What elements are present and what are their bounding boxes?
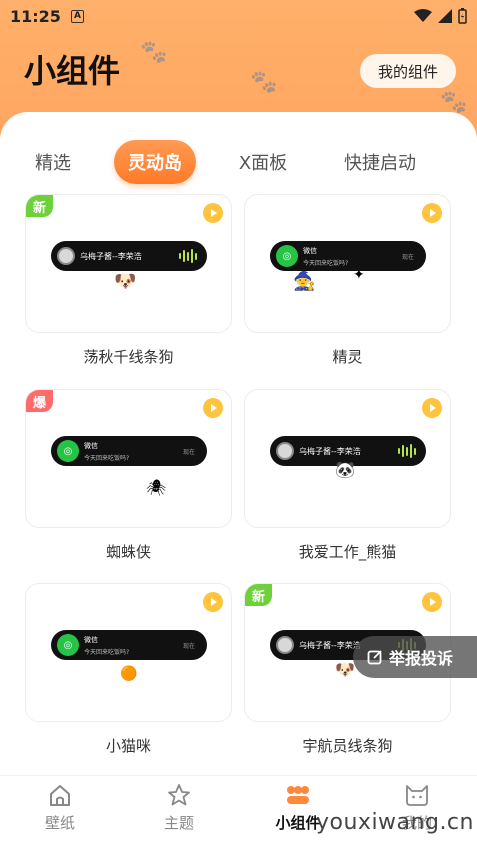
report-label: 举报投诉 — [389, 649, 454, 668]
status-bar: 11:25 A — [0, 0, 477, 32]
nav-label: 小组件 — [275, 814, 321, 832]
play-icon[interactable] — [422, 203, 442, 223]
play-icon[interactable] — [203, 203, 223, 223]
widgets-icon — [287, 786, 309, 804]
report-button[interactable]: 举报投诉 — [353, 636, 477, 678]
category-tabs: 精选 灵动岛 X面板 快捷启动 — [0, 140, 477, 184]
play-icon[interactable] — [203, 398, 223, 418]
audio-wave-icon — [179, 249, 197, 263]
status-icons — [414, 8, 467, 24]
tab-x-panel[interactable]: X面板 — [225, 140, 301, 184]
wizard-sticker-icon: 🧙 — [293, 271, 316, 292]
album-avatar-icon — [276, 636, 294, 654]
astronaut-sticker-icon: 🐶 — [335, 660, 355, 679]
sparkle-sticker-icon: ✦ — [353, 267, 365, 283]
home-icon — [50, 785, 70, 806]
dynamic-island-preview: ◎ 微信今天回来吃饭吗? 现在 — [51, 630, 207, 660]
nav-wallpaper[interactable]: 壁纸 — [20, 782, 100, 833]
wechat-icon: ◎ — [57, 440, 79, 462]
tab-featured[interactable]: 精选 — [20, 140, 86, 184]
watermark: youxiwang.cn — [316, 810, 474, 835]
status-time: 11:25 — [10, 6, 61, 26]
dynamic-island-preview: ◎ 微信今天回来吃饭吗? 现在 — [51, 436, 207, 466]
play-icon[interactable] — [422, 398, 442, 418]
island-song-text: 乌梅子酱--李荣浩 — [299, 446, 361, 456]
tab-dynamic-island[interactable]: 灵动岛 — [114, 140, 196, 184]
wechat-icon: ◎ — [276, 245, 298, 267]
my-widgets-button[interactable]: 我的组件 — [360, 54, 456, 88]
island-message: 今天回来吃饭吗? — [84, 648, 130, 656]
nav-label: 壁纸 — [44, 814, 75, 832]
dynamic-island-preview: 乌梅子酱--李荣浩 — [51, 241, 207, 271]
spiderman-sticker-icon: 🕷 — [146, 478, 167, 497]
island-message: 今天回来吃饭吗? — [84, 454, 130, 462]
widget-card[interactable]: 爆 ◎ 微信今天回来吃饭吗? 现在 🕷 — [25, 389, 232, 528]
battery-icon — [458, 8, 467, 24]
play-icon[interactable] — [422, 592, 442, 612]
star-icon — [168, 784, 190, 806]
widget-card[interactable]: ◎ 微信今天回来吃饭吗? 现在 🧙 ✦ — [244, 194, 451, 333]
ball-sticker-icon: 🟠 — [120, 666, 138, 682]
island-message: 今天回来吃饭吗? — [303, 259, 349, 267]
widget-card-title: 荡秋千线条狗 — [83, 348, 174, 366]
panda-sticker-icon: 🐼 — [335, 460, 355, 479]
album-avatar-icon — [57, 247, 75, 265]
island-song-text: 乌梅子酱--李荣浩 — [299, 640, 361, 650]
nav-theme[interactable]: 主题 — [139, 782, 219, 833]
widget-card-title: 宇航员线条狗 — [302, 737, 393, 755]
paw-decoration-icon: 🐾 — [140, 40, 168, 65]
island-time: 现在 — [182, 448, 195, 456]
island-time: 现在 — [401, 253, 414, 261]
widget-card-title: 蜘蛛侠 — [105, 543, 151, 561]
paw-decoration-icon: 🐾 — [250, 70, 278, 95]
tab-quick-launch[interactable]: 快捷启动 — [335, 140, 425, 184]
island-time: 现在 — [182, 642, 195, 650]
signal-icon — [438, 9, 452, 23]
dynamic-island-preview: ◎ 微信今天回来吃饭吗? 现在 — [270, 241, 426, 271]
widget-card[interactable]: 乌梅子酱--李荣浩 🐼 — [244, 389, 451, 528]
widget-card-title: 小猫咪 — [105, 737, 151, 755]
widget-card-title: 我爱工作_熊猫 — [298, 543, 397, 561]
new-badge: 新 — [26, 195, 54, 217]
edit-icon — [367, 650, 382, 665]
album-avatar-icon — [276, 442, 294, 460]
audio-wave-icon — [398, 444, 416, 458]
widget-card[interactable]: ◎ 微信今天回来吃饭吗? 现在 🟠 — [25, 583, 232, 722]
cat-icon — [406, 785, 428, 806]
hot-badge: 爆 — [26, 390, 54, 412]
wechat-icon: ◎ — [57, 634, 79, 656]
widget-card-title: 精灵 — [332, 348, 363, 366]
island-app-name: 微信 — [84, 441, 98, 450]
new-badge: 新 — [245, 584, 273, 606]
island-song-text: 乌梅子酱--李荣浩 — [80, 251, 142, 261]
island-app-name: 微信 — [303, 246, 317, 255]
wifi-icon — [414, 9, 432, 22]
notification-icon: A — [70, 9, 84, 23]
play-icon[interactable] — [203, 592, 223, 612]
dog-sticker-icon: 🐶 — [114, 271, 137, 292]
widget-card[interactable]: 新 乌梅子酱--李荣浩 🐶 — [25, 194, 232, 333]
nav-label: 主题 — [163, 814, 194, 832]
island-app-name: 微信 — [84, 635, 98, 644]
page-title: 小组件 — [24, 52, 121, 90]
